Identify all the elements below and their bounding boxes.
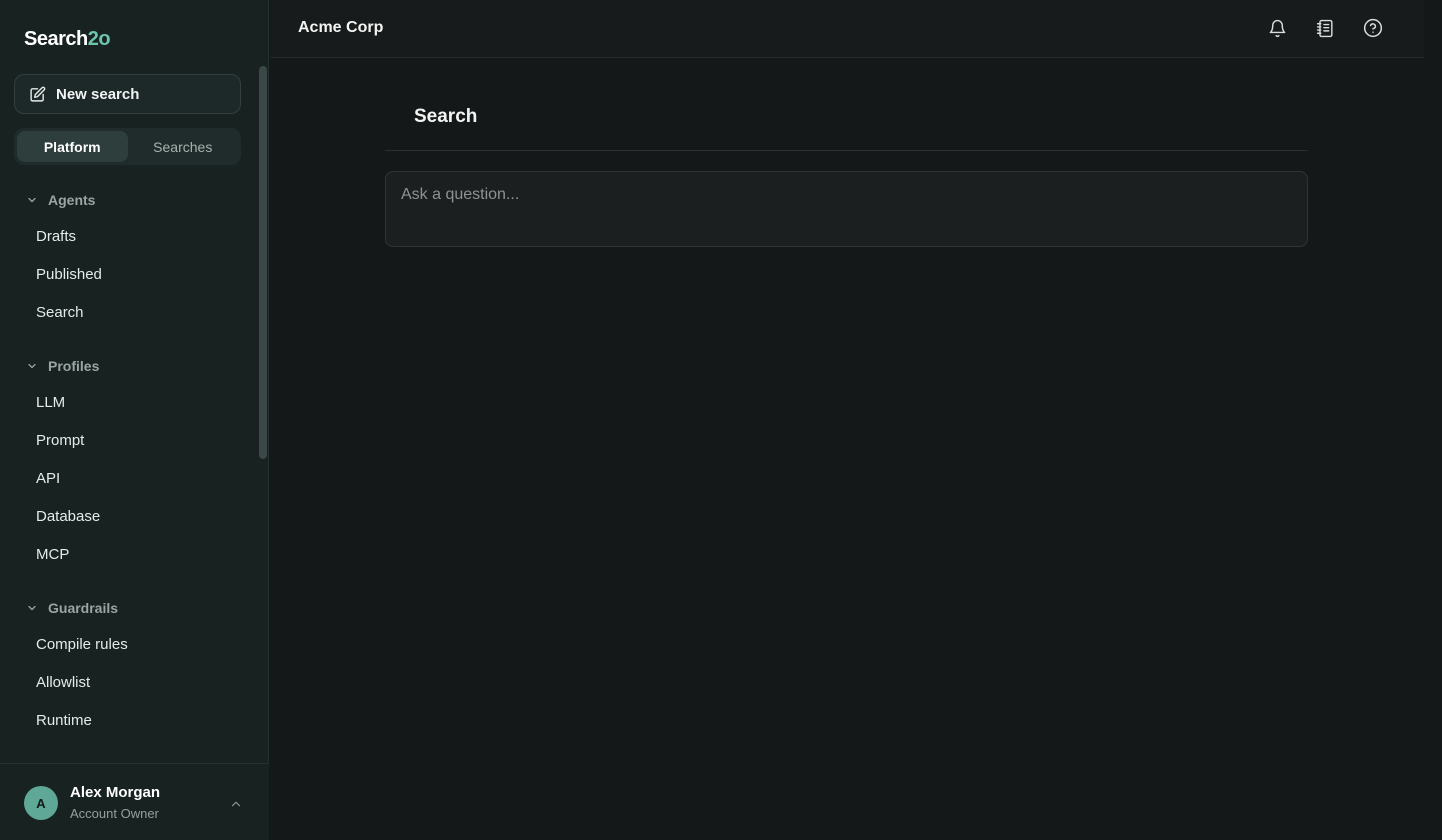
notifications-button[interactable] <box>1265 16 1289 40</box>
sidebar-item-allowlist[interactable]: Allowlist <box>36 671 90 693</box>
user-menu-toggle[interactable] <box>226 794 246 814</box>
section-title: Profiles <box>48 358 100 374</box>
section-profiles[interactable]: Profiles <box>26 356 99 376</box>
help-button[interactable] <box>1361 16 1385 40</box>
section-agents[interactable]: Agents <box>26 190 95 210</box>
sidebar-segment-control: Platform Searches <box>14 128 241 165</box>
sidebar: Search2o New search Platform Searches Ag… <box>0 0 269 840</box>
section-title: Agents <box>48 192 96 208</box>
sidebar-item-database[interactable]: Database <box>36 505 100 527</box>
sidebar-item-api[interactable]: API <box>36 467 60 489</box>
chevron-up-icon <box>231 801 241 807</box>
section-title: Guardrails <box>48 600 119 616</box>
segment-platform[interactable]: Platform <box>17 131 128 162</box>
sidebar-item-drafts[interactable]: Drafts <box>36 225 76 247</box>
top-bar: Acme Corp <box>270 0 1424 58</box>
chevron-down-icon <box>28 605 36 611</box>
docs-button[interactable] <box>1313 16 1337 40</box>
avatar: A <box>24 786 58 820</box>
sidebar-item-compile-rules[interactable]: Compile rules <box>36 633 128 655</box>
sidebar-scrollbar-thumb[interactable] <box>259 66 267 459</box>
new-search-button[interactable]: New search <box>14 74 241 114</box>
app-root: Search2o New search Platform Searches Ag… <box>0 0 1442 840</box>
section-guardrails[interactable]: Guardrails <box>26 598 118 618</box>
help-icon <box>1363 18 1383 38</box>
user-role: Account Owner <box>70 806 159 821</box>
notebook-icon <box>1316 19 1333 37</box>
chevron-down-icon <box>28 363 36 369</box>
sidebar-item-prompt[interactable]: Prompt <box>36 429 84 451</box>
user-name: Alex Morgan <box>70 784 161 801</box>
sidebar-item-search[interactable]: Search <box>36 301 84 323</box>
logo-text-main: Search <box>24 28 88 50</box>
search-input[interactable] <box>385 171 1308 247</box>
page-title: Search <box>414 106 478 127</box>
chevron-down-icon <box>28 197 36 203</box>
sidebar-item-published[interactable]: Published <box>36 263 102 285</box>
title-divider <box>385 150 1308 151</box>
sidebar-item-mcp[interactable]: MCP <box>36 543 69 565</box>
edit-icon <box>30 86 46 102</box>
user-menu[interactable]: A Alex Morgan Account Owner <box>0 763 269 840</box>
bell-icon <box>1269 19 1285 37</box>
logo-text-accent: 2o <box>87 28 111 50</box>
sidebar-nav: Agents Drafts Published Search Profiles … <box>0 180 256 762</box>
sidebar-item-runtime[interactable]: Runtime <box>36 709 92 731</box>
app-logo[interactable]: Search2o <box>24 28 111 51</box>
new-search-label: New search <box>56 85 140 103</box>
segment-searches[interactable]: Searches <box>128 131 239 162</box>
sidebar-item-llm[interactable]: LLM <box>36 391 65 413</box>
org-name[interactable]: Acme Corp <box>298 19 383 37</box>
